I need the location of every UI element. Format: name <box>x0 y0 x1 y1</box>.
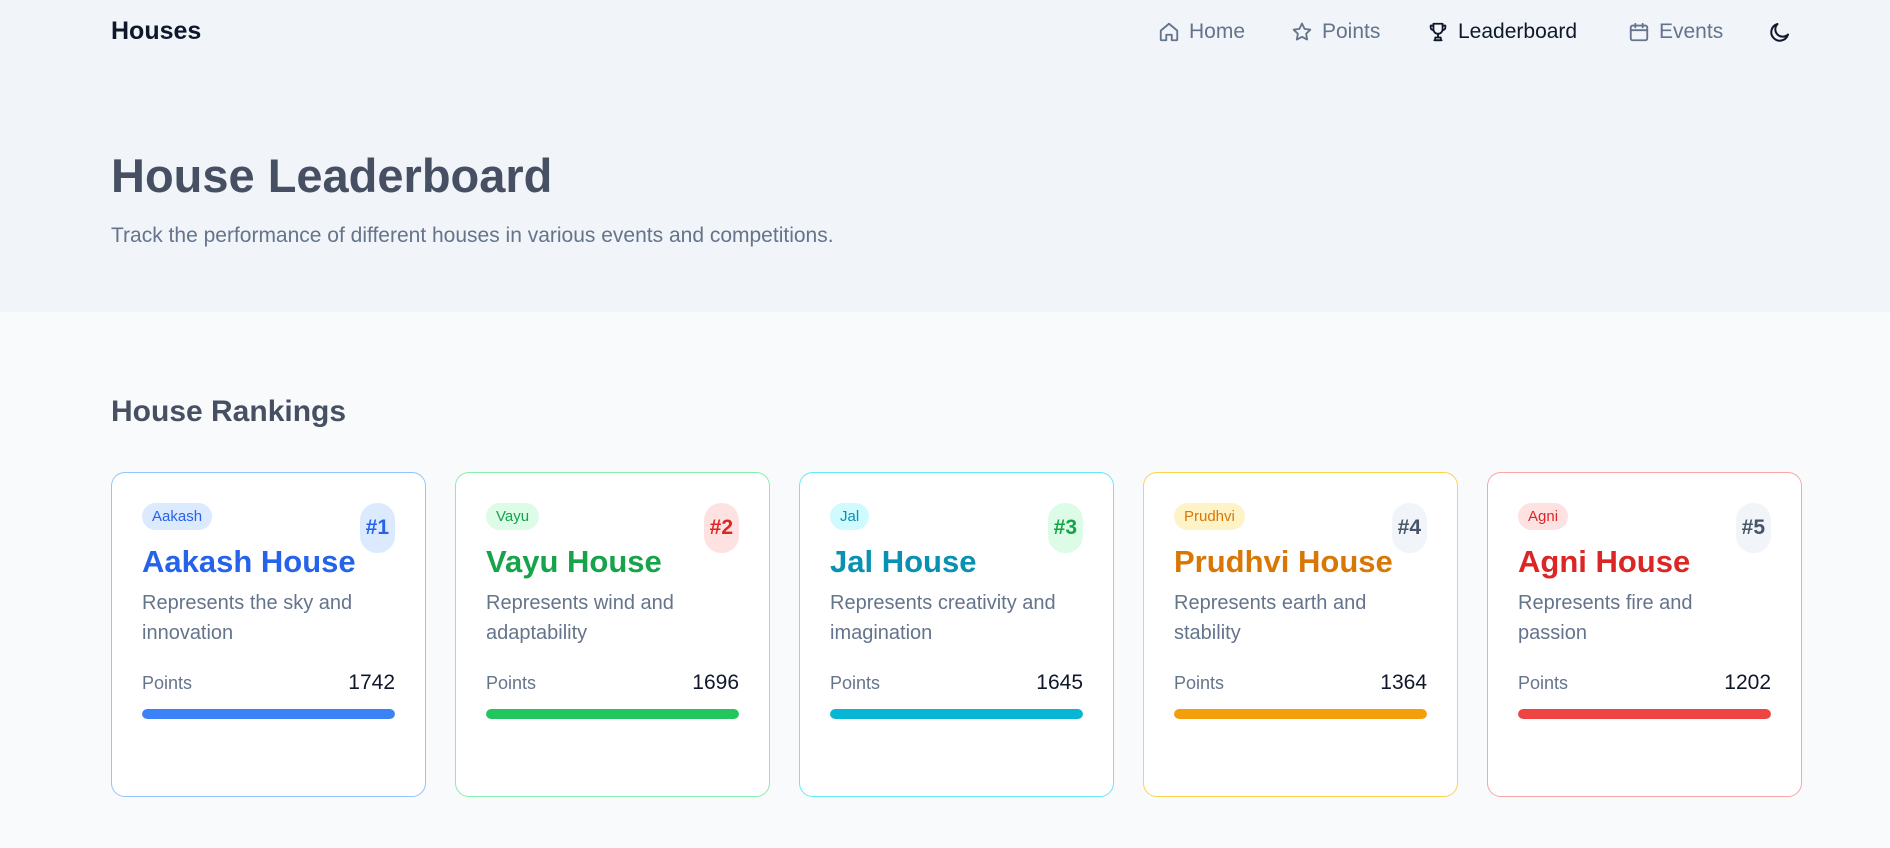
house-card[interactable]: Agni #5 Agni House Represents fire and p… <box>1487 472 1802 797</box>
home-icon <box>1159 22 1179 42</box>
nav-home-label: Home <box>1189 20 1246 43</box>
points-progress-fill <box>1518 709 1771 719</box>
nav-events-label: Events <box>1659 20 1724 43</box>
points-progress-fill <box>142 709 395 719</box>
points-label: Points <box>1174 673 1225 693</box>
rank-badge: #4 <box>1391 503 1427 553</box>
house-description: Represents the sky and innovation <box>142 592 353 644</box>
points-progress-bar <box>1174 709 1427 719</box>
nav-leaderboard-label: Leaderboard <box>1458 20 1578 43</box>
calendar-icon <box>1629 22 1649 42</box>
house-badge: Vayu <box>486 503 540 530</box>
nav-events[interactable]: Events <box>1628 19 1723 45</box>
house-card[interactable]: Vayu #2 Vayu House Represents wind and a… <box>455 472 770 797</box>
points-progress-fill <box>1174 709 1427 719</box>
nav-points[interactable]: Points <box>1291 19 1380 45</box>
rank-badge: #5 <box>1735 503 1771 553</box>
house-card[interactable]: Aakash #1 Aakash House Represents the sk… <box>111 472 426 797</box>
header-region: Houses Home Points Leaderboard Events Ho… <box>0 0 1890 312</box>
star-icon <box>1292 22 1312 41</box>
house-badge: Prudhvi <box>1174 503 1245 530</box>
points-row: Points 1742 <box>142 671 395 695</box>
house-badge: Aakash <box>142 503 213 530</box>
nav-points-label: Points <box>1322 20 1381 43</box>
house-title: Agni House <box>1518 544 1691 579</box>
points-progress-bar <box>142 709 395 719</box>
points-value: 1364 <box>1380 671 1427 694</box>
house-title: Prudhvi House <box>1174 544 1393 579</box>
moon-icon <box>1770 23 1789 42</box>
points-value: 1202 <box>1724 671 1771 694</box>
navbar: Houses Home Points Leaderboard Events <box>0 0 1890 64</box>
points-progress-bar <box>830 709 1083 719</box>
theme-toggle-button[interactable] <box>1768 20 1792 44</box>
rank-badge: #2 <box>703 503 739 553</box>
house-description: Represents fire and passion <box>1518 592 1693 644</box>
points-progress-bar <box>1518 709 1771 719</box>
nav-leaderboard[interactable]: Leaderboard <box>1427 19 1577 45</box>
points-value: 1742 <box>348 671 395 694</box>
house-title: Vayu House <box>486 544 662 579</box>
points-label: Points <box>830 673 881 693</box>
points-value: 1645 <box>1036 671 1083 694</box>
house-card[interactable]: Jal #3 Jal House Represents creativity a… <box>799 472 1114 797</box>
page-subtitle: Track the performance of different house… <box>111 224 834 247</box>
nav-menu: Home Points Leaderboard Events <box>0 0 1890 64</box>
points-label: Points <box>486 673 537 693</box>
house-title: Jal House <box>830 544 977 579</box>
rank-badge: #3 <box>1047 503 1083 553</box>
points-value: 1696 <box>692 671 739 694</box>
points-label: Points <box>142 673 193 693</box>
house-title: Aakash House <box>142 544 356 579</box>
points-row: Points 1696 <box>486 671 739 695</box>
house-card[interactable]: Prudhvi #4 Prudhvi House Represents eart… <box>1143 472 1458 797</box>
section-title: House Rankings <box>111 395 347 428</box>
house-description: Represents creativity and imagination <box>830 592 1056 644</box>
house-description: Represents earth and stability <box>1174 592 1367 644</box>
points-row: Points 1202 <box>1518 671 1771 695</box>
nav-home[interactable]: Home <box>1158 19 1245 45</box>
points-progress-fill <box>486 709 739 719</box>
trophy-icon <box>1429 22 1447 42</box>
points-progress-bar <box>486 709 739 719</box>
points-label: Points <box>1518 673 1569 693</box>
house-description: Represents wind and adaptability <box>486 592 674 644</box>
house-badge: Jal <box>830 503 870 530</box>
rank-badge: #1 <box>359 503 395 553</box>
house-badge: Agni <box>1518 503 1569 530</box>
points-row: Points 1364 <box>1174 671 1427 695</box>
points-row: Points 1645 <box>830 671 1083 695</box>
points-progress-fill <box>830 709 1083 719</box>
page-title: House Leaderboard <box>111 149 553 202</box>
